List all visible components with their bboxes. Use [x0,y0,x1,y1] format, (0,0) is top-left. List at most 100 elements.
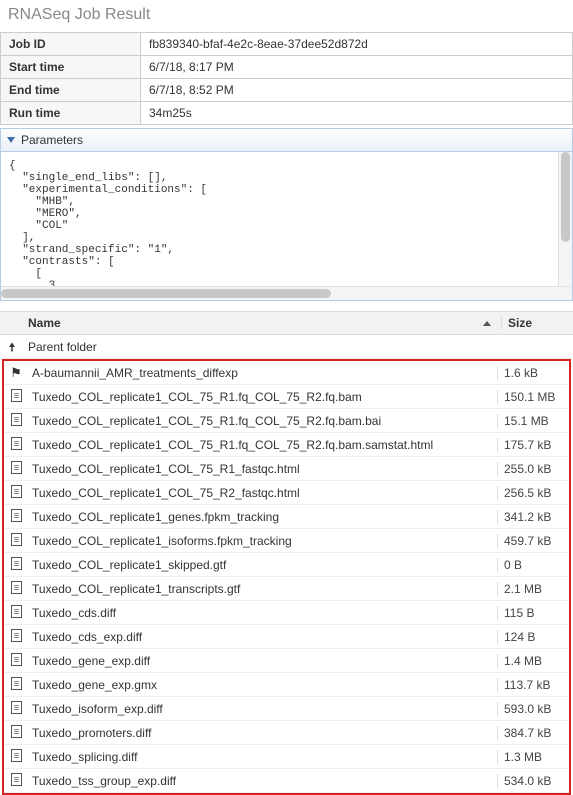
document-icon [4,725,28,741]
file-row[interactable]: Tuxedo_tss_group_exp.diff534.0 kB [4,769,569,793]
file-row[interactable]: Tuxedo_isoform_exp.diff593.0 kB [4,697,569,721]
page-title: RNASeq Job Result [0,0,573,32]
start-time-label: Start time [1,56,141,79]
file-name: Tuxedo_COL_replicate1_COL_75_R2_fastqc.h… [28,486,497,500]
document-icon [4,461,28,477]
file-size: 2.1 MB [497,582,569,596]
file-row[interactable]: ⚑A-baumannii_AMR_treatments_diffexp1.6 k… [4,361,569,385]
file-row[interactable]: Tuxedo_COL_replicate1_skipped.gtf0 B [4,553,569,577]
document-icon [4,581,28,597]
file-row[interactable]: Tuxedo_cds_exp.diff124 B [4,625,569,649]
file-row[interactable]: Tuxedo_COL_replicate1_COL_75_R1_fastqc.h… [4,457,569,481]
file-name: Tuxedo_COL_replicate1_COL_75_R1.fq_COL_7… [28,390,497,404]
file-row[interactable]: Tuxedo_COL_replicate1_genes.fpkm_trackin… [4,505,569,529]
file-row[interactable]: Tuxedo_COL_replicate1_COL_75_R1.fq_COL_7… [4,409,569,433]
file-row[interactable]: Tuxedo_COL_replicate1_isoforms.fpkm_trac… [4,529,569,553]
document-icon [4,389,28,405]
scrollbar-horizontal[interactable] [1,286,572,300]
file-name: Tuxedo_COL_replicate1_skipped.gtf [28,558,497,572]
file-name: Tuxedo_promoters.diff [28,726,497,740]
file-row[interactable]: Tuxedo_COL_replicate1_COL_75_R1.fq_COL_7… [4,385,569,409]
file-name: Tuxedo_COL_replicate1_COL_75_R1_fastqc.h… [28,462,497,476]
file-name: Tuxedo_gene_exp.diff [28,654,497,668]
highlighted-files-box: ⚑A-baumannii_AMR_treatments_diffexp1.6 k… [2,359,571,795]
scrollbar-thumb[interactable] [561,152,570,242]
column-size-label: Size [508,316,532,330]
file-size: 124 B [497,630,569,644]
parent-folder-label: Parent folder [24,340,501,354]
file-name: Tuxedo_COL_replicate1_COL_75_R1.fq_COL_7… [28,438,497,452]
parameters-title: Parameters [21,133,83,147]
file-size: 1.3 MB [497,750,569,764]
file-size: 459.7 kB [497,534,569,548]
file-size: 256.5 kB [497,486,569,500]
document-icon [4,701,28,717]
file-size: 593.0 kB [497,702,569,716]
file-grid: Name Size Parent folder ⚑A-baumannii_AMR… [0,311,573,795]
column-name-header[interactable]: Name [24,316,501,330]
grid-header: Name Size [0,311,573,335]
document-icon [4,749,28,765]
file-size: 113.7 kB [497,678,569,692]
file-size: 175.7 kB [497,438,569,452]
document-icon [4,437,28,453]
file-size: 534.0 kB [497,774,569,788]
file-row[interactable]: Tuxedo_COL_replicate1_COL_75_R2_fastqc.h… [4,481,569,505]
scrollbar-thumb[interactable] [1,289,331,298]
document-icon [4,629,28,645]
file-row[interactable]: Tuxedo_promoters.diff384.7 kB [4,721,569,745]
file-name: Tuxedo_cds.diff [28,606,497,620]
file-name: Tuxedo_cds_exp.diff [28,630,497,644]
file-row[interactable]: Tuxedo_COL_replicate1_COL_75_R1.fq_COL_7… [4,433,569,457]
parameters-panel: Parameters { "single_end_libs": [], "exp… [0,128,573,301]
file-size: 150.1 MB [497,390,569,404]
file-row[interactable]: Tuxedo_gene_exp.gmx113.7 kB [4,673,569,697]
parameters-toggle[interactable]: Parameters [1,129,572,152]
sort-ascending-icon [483,321,491,326]
chevron-down-icon [7,137,15,143]
file-size: 115 B [497,606,569,620]
end-time-label: End time [1,79,141,102]
job-id-value: fb839340-bfaf-4e2c-8eae-37dee52d872d [141,33,573,56]
file-row[interactable]: Tuxedo_gene_exp.diff1.4 MB [4,649,569,673]
file-size: 384.7 kB [497,726,569,740]
file-size: 0 B [497,558,569,572]
document-icon [4,533,28,549]
parent-folder-row[interactable]: Parent folder [0,335,573,359]
flag-icon: ⚑ [4,365,28,381]
file-name: Tuxedo_splicing.diff [28,750,497,764]
document-icon [4,413,28,429]
file-name: Tuxedo_isoform_exp.diff [28,702,497,716]
document-icon [4,677,28,693]
file-row[interactable]: Tuxedo_cds.diff115 B [4,601,569,625]
file-name: A-baumannii_AMR_treatments_diffexp [28,366,497,380]
file-size: 341.2 kB [497,510,569,524]
document-icon [4,509,28,525]
file-name: Tuxedo_COL_replicate1_COL_75_R1.fq_COL_7… [28,414,497,428]
file-size: 255.0 kB [497,462,569,476]
parameters-json: { "single_end_libs": [], "experimental_c… [9,160,207,300]
start-time-value: 6/7/18, 8:17 PM [141,56,573,79]
parameters-body: { "single_end_libs": [], "experimental_c… [1,152,572,300]
file-name: Tuxedo_COL_replicate1_isoforms.fpkm_trac… [28,534,497,548]
up-arrow-icon [0,340,24,354]
document-icon [4,557,28,573]
file-name: Tuxedo_COL_replicate1_transcripts.gtf [28,582,497,596]
document-icon [4,605,28,621]
column-name-label: Name [28,316,61,330]
run-time-value: 34m25s [141,102,573,125]
document-icon [4,773,28,789]
file-size: 15.1 MB [497,414,569,428]
document-icon [4,485,28,501]
run-time-label: Run time [1,102,141,125]
file-row[interactable]: Tuxedo_COL_replicate1_transcripts.gtf2.1… [4,577,569,601]
end-time-value: 6/7/18, 8:52 PM [141,79,573,102]
job-meta-table: Job ID fb839340-bfaf-4e2c-8eae-37dee52d8… [0,32,573,125]
file-name: Tuxedo_COL_replicate1_genes.fpkm_trackin… [28,510,497,524]
column-size-header[interactable]: Size [501,316,573,330]
scrollbar-vertical[interactable] [558,152,572,300]
file-name: Tuxedo_gene_exp.gmx [28,678,497,692]
file-name: Tuxedo_tss_group_exp.diff [28,774,497,788]
job-id-label: Job ID [1,33,141,56]
file-size: 1.4 MB [497,654,569,668]
